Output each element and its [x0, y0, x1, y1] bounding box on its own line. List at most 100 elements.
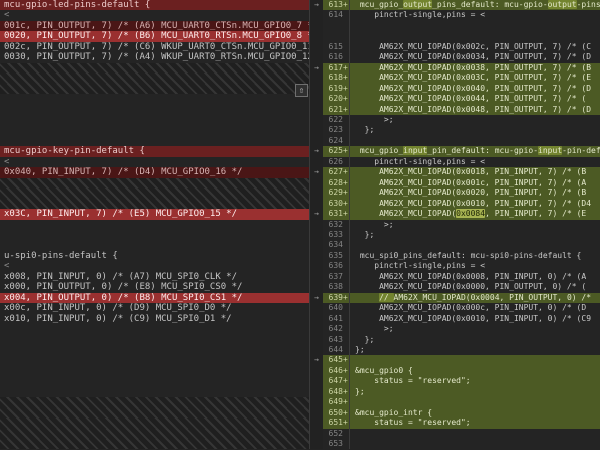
left-code-line[interactable]: u-spi0-pins-default { [0, 251, 310, 261]
left-code-line [0, 199, 310, 209]
left-code-line[interactable]: < [0, 157, 310, 167]
right-code-line[interactable]: }; [350, 387, 600, 397]
right-code-line[interactable] [350, 429, 600, 439]
right-code-line[interactable]: AM62X_MCU_IOPAD(0x001c, PIN_INPUT, 7) /*… [350, 178, 600, 188]
diff-row: 651+ status = "reserved"; [0, 418, 600, 428]
left-code-line[interactable]: < [0, 261, 310, 271]
left-code-line[interactable]: x00c, PIN_INPUT, 0) /* (D9) MCU_SPI0_D0 … [0, 303, 310, 313]
left-code-line[interactable]: < [0, 10, 310, 20]
right-code-line[interactable]: AM62X_MCU_IOPAD(0x0038, PIN_OUTPUT, 7) /… [350, 63, 600, 73]
right-code-line[interactable] [350, 240, 600, 250]
right-code-line[interactable]: >; [350, 115, 600, 125]
right-code-line[interactable]: AM62X_MCU_IOPAD(0x002c, PIN_OUTPUT, 7) /… [350, 42, 600, 52]
left-code-line[interactable]: x004, PIN_OUTPUT, 0) /* (B8) MCU_SPI0_CS… [0, 293, 310, 303]
left-code-line[interactable]: 0020, PIN_OUTPUT, 7) /* (B6) MCU_UART0_R… [0, 31, 310, 41]
right-code-line[interactable]: }; [350, 230, 600, 240]
diff-row: 648+}; [0, 387, 600, 397]
code-text: mcu_gpio_ [355, 146, 403, 155]
right-code-line[interactable]: mcu_gpio_input_pin_default: mcu-gpio-inp… [350, 146, 600, 156]
right-code-line[interactable]: }; [350, 125, 600, 135]
right-code-line[interactable]: AM62X_MCU_IOPAD(0x0084, PIN_INPUT, 7) /*… [350, 209, 600, 219]
line-number-value: 643 [329, 335, 343, 344]
inline-change-highlight: // [379, 293, 393, 302]
left-code-line[interactable]: x008, PIN_INPUT, 0) /* (A7) MCU_SPI0_CLK… [0, 272, 310, 282]
left-code-line[interactable]: 002c, PIN_OUTPUT, 7) /* (C6) WKUP_UART0_… [0, 42, 310, 52]
change-arrow-icon[interactable]: → [314, 293, 319, 302]
change-arrow-icon[interactable]: → [314, 167, 319, 176]
right-code-line[interactable]: AM62X_MCU_IOPAD(0x0044, PIN_OUTPUT, 7) /… [350, 94, 600, 104]
line-number-value: 616 [329, 52, 343, 61]
right-code-line[interactable]: mcu_spi0_pins_default: mcu-spi0-pins-def… [350, 251, 600, 261]
left-code-line [0, 63, 310, 73]
right-code-line[interactable]: }; [350, 345, 600, 355]
diff-row: x00c, PIN_INPUT, 0) /* (D9) MCU_SPI0_D0 … [0, 303, 600, 313]
right-code-line[interactable]: AM62X_MCU_IOPAD(0x000c, PIN_INPUT, 0) /*… [350, 303, 600, 313]
left-code-line [0, 439, 310, 449]
line-number: 631+ [323, 209, 350, 219]
diff-row: 650+&mcu_gpio_intr { [0, 408, 600, 418]
right-code-line[interactable]: AM62X_MCU_IOPAD(0x0048, PIN_OUTPUT, 7) /… [350, 105, 600, 115]
line-number-value: 632 [329, 220, 343, 229]
diff-gutter [310, 84, 323, 94]
right-code-line[interactable] [350, 439, 600, 449]
line-number-value: 645 [329, 355, 343, 364]
left-code-line[interactable]: x03C, PIN_INPUT, 7) /* (E5) MCU_GPIO0_15… [0, 209, 310, 219]
line-number: 634 [323, 240, 350, 250]
code-text: -pin-defa [562, 146, 600, 155]
left-code-line [0, 418, 310, 428]
left-code-line[interactable]: mcu-gpio-led-pins-default { [0, 0, 310, 10]
right-code-line[interactable] [350, 355, 600, 365]
added-line-marker: + [343, 355, 348, 365]
right-code-line[interactable]: pinctrl-single,pins = < [350, 10, 600, 20]
line-number-value: 646 [329, 366, 343, 375]
right-code-line[interactable]: AM62X_MCU_IOPAD(0x0034, PIN_OUTPUT, 7) /… [350, 52, 600, 62]
change-arrow-icon[interactable]: → [314, 355, 319, 364]
right-code-line[interactable]: AM62X_MCU_IOPAD(0x003C, PIN_OUTPUT, 7) /… [350, 73, 600, 83]
right-code-line[interactable]: pinctrl-single,pins = < [350, 261, 600, 271]
line-number: 651+ [323, 418, 350, 428]
line-number-value: 623 [329, 125, 343, 134]
diff-row: 633 }; [0, 230, 600, 240]
diff-row: mcu-gpio-led-pins-default {→613+ mcu_gpi… [0, 0, 600, 10]
right-code-line[interactable]: AM62X_MCU_IOPAD(0x0018, PIN_INPUT, 7) /*… [350, 167, 600, 177]
right-code-line[interactable]: status = "reserved"; [350, 376, 600, 386]
change-arrow-icon[interactable]: → [314, 63, 319, 72]
left-code-line[interactable]: x000, PIN_OUTPUT, 0) /* (E8) MCU_SPI0_CS… [0, 282, 310, 292]
line-number-value: 648 [329, 387, 343, 396]
right-code-line[interactable]: >; [350, 324, 600, 334]
left-code-line[interactable]: x010, PIN_INPUT, 0) /* (C9) MCU_SPI0_D1 … [0, 314, 310, 324]
change-arrow-icon[interactable]: → [314, 0, 319, 9]
right-code-line[interactable]: // AM62X_MCU_IOPAD(0x0004, PIN_OUTPUT, 0… [350, 293, 600, 303]
right-code-line[interactable]: >; [350, 220, 600, 230]
right-code-line[interactable]: &mcu_gpio_intr { [350, 408, 600, 418]
diff-gutter [310, 125, 323, 135]
diff-grid: mcu-gpio-led-pins-default {→613+ mcu_gpi… [0, 0, 600, 449]
left-code-line[interactable]: 0030, PIN_OUTPUT, 7) /* (A4) WKUP_UART0_… [0, 52, 310, 62]
line-number: 652 [323, 429, 350, 439]
right-code-line[interactable]: AM62X_MCU_IOPAD(0x0008, PIN_INPUT, 0) /*… [350, 272, 600, 282]
right-code-line[interactable]: AM62X_MCU_IOPAD(0x0010, PIN_INPUT, 0) /*… [350, 314, 600, 324]
left-code-line[interactable]: 001c, PIN_OUTPUT, 7) /* (A6) MCU_UART0_C… [0, 21, 310, 31]
right-code-line[interactable] [350, 397, 600, 407]
left-code-line[interactable]: mcu-gpio-key-pin-default { [0, 146, 310, 156]
code-text: _pin_default: mcu-gpio- [427, 146, 538, 155]
added-line-marker: + [343, 408, 348, 418]
line-number-value: 624 [329, 136, 343, 145]
line-number-value: 614 [329, 10, 343, 19]
right-code-line[interactable]: AM62X_MCU_IOPAD(0x0010, PIN_INPUT, 7) /*… [350, 199, 600, 209]
scroll-up-change-button[interactable]: ⇧ [295, 84, 308, 97]
right-code-line[interactable]: AM62X_MCU_IOPAD(0x0000, PIN_OUTPUT, 0) /… [350, 282, 600, 292]
right-code-line[interactable]: &mcu_gpio0 { [350, 366, 600, 376]
right-code-line[interactable] [350, 136, 600, 146]
right-code-line[interactable]: AM62X_MCU_IOPAD(0x0040, PIN_OUTPUT, 7) /… [350, 84, 600, 94]
change-arrow-icon[interactable]: → [314, 146, 319, 155]
change-arrow-icon[interactable]: → [314, 209, 319, 218]
right-code-line[interactable]: status = "reserved"; [350, 418, 600, 428]
right-code-line[interactable]: }; [350, 335, 600, 345]
right-code-line[interactable]: pinctrl-single,pins = < [350, 157, 600, 167]
left-code-line [0, 335, 310, 345]
left-code-line[interactable]: 0x040, PIN_INPUT, 7) /* (D4) MCU_GPIO0_1… [0, 167, 310, 177]
left-code-line [0, 188, 310, 198]
right-code-line[interactable]: AM62X_MCU_IOPAD(0x0020, PIN_INPUT, 7) /*… [350, 188, 600, 198]
right-code-line[interactable]: mcu_gpio_output_pins_default: mcu-gpio-o… [350, 0, 600, 10]
